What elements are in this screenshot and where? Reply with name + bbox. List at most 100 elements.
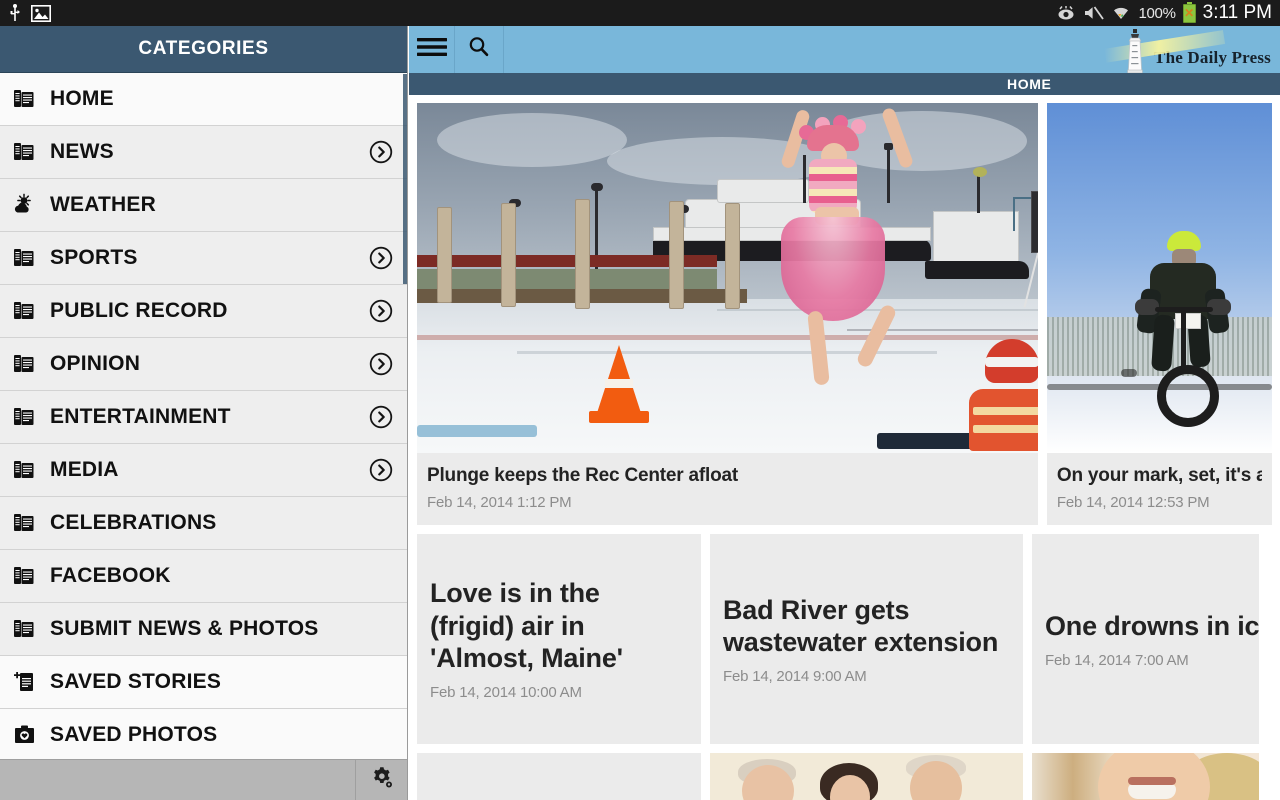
documents-icon <box>12 563 38 589</box>
weather-sun-cloud-icon <box>12 192 38 218</box>
sidebar-item-label: SAVED PHOTOS <box>50 723 218 746</box>
brand-name-label: The Daily Press <box>1154 48 1271 67</box>
article-hero-text: Plunge keeps the Rec Center afloat Feb 1… <box>417 453 1038 525</box>
search-icon <box>467 35 491 64</box>
brand-logo[interactable]: The Daily Press <box>1104 26 1271 73</box>
wifi-icon <box>1111 5 1131 21</box>
article-card-hero[interactable]: Plunge keeps the Rec Center afloat Feb 1… <box>417 103 1038 526</box>
sidebar-item-celebrations[interactable]: CELEBRATIONS <box>0 497 407 550</box>
article-date: Feb 14, 2014 12:53 PM <box>1056 494 1210 512</box>
article-hero-image <box>417 103 1038 453</box>
article-side-text: On your mark, set, it's a Feb 14, 2014 1… <box>1047 453 1272 525</box>
hamburger-menu-icon <box>416 36 447 63</box>
sidebar-item-saved-stories[interactable]: SAVED STORIES <box>0 656 407 709</box>
chevron-right-icon[interactable] <box>369 299 393 323</box>
sidebar-item-label: FACEBOOK <box>50 564 171 587</box>
sidebar-header: CATEGORIES <box>0 26 407 73</box>
sidebar-item-label: MEDIA <box>50 458 119 481</box>
sidebar-item-label: WEATHER <box>50 193 157 216</box>
article-card-bottom-2[interactable] <box>710 753 1023 800</box>
chevron-right-icon[interactable] <box>369 458 393 482</box>
lighthouse-icon <box>1122 29 1148 73</box>
chevron-right-icon[interactable] <box>369 352 393 376</box>
documents-icon <box>12 404 38 430</box>
article-card-hero-side[interactable]: On your mark, set, it's a Feb 14, 2014 1… <box>1046 103 1272 526</box>
sidebar-item-label: PUBLIC RECORD <box>50 299 228 322</box>
article-title: Bad River gets wastewater extension <box>723 594 999 657</box>
sidebar-item-label: SPORTS <box>50 246 138 269</box>
sidebar-item-label: NEWS <box>50 140 114 163</box>
sidebar-item-label: HOME <box>50 87 114 110</box>
sidebar-item-facebook[interactable]: FACEBOOK <box>0 550 407 603</box>
sidebar-item-home[interactable]: HOME <box>0 73 407 126</box>
menu-button[interactable] <box>409 26 455 73</box>
article-group-photo <box>710 753 1023 800</box>
categories-sidebar: CATEGORIES HOME NEWS WEATHER SPORTS PUBL… <box>0 26 408 800</box>
chevron-right-icon[interactable] <box>369 140 393 164</box>
status-bar: 100% ✕ 3:11 PM <box>0 0 1280 26</box>
sidebar-scrollbar[interactable] <box>403 74 407 284</box>
mute-icon <box>1083 5 1105 21</box>
article-row-2: Love is in the (frigid) air in 'Almost, … <box>417 534 1272 745</box>
sidebar-item-saved-photos[interactable]: SAVED PHOTOS <box>0 709 407 762</box>
sidebar-footer <box>0 759 407 800</box>
sidebar-item-weather[interactable]: WEATHER <box>0 179 407 232</box>
documents-icon <box>12 86 38 112</box>
save-document-icon <box>12 669 38 695</box>
sidebar-item-sports[interactable]: SPORTS <box>0 232 407 285</box>
article-date: Feb 14, 2014 9:00 AM <box>723 668 867 686</box>
battery-percent-label: 100% <box>1138 4 1176 22</box>
documents-icon <box>12 616 38 642</box>
article-date: Feb 14, 2014 7:00 AM <box>1045 652 1189 670</box>
article-portrait-photo <box>1032 753 1259 800</box>
sidebar-header-title: CATEGORIES <box>138 38 269 59</box>
sidebar-item-label: ENTERTAINMENT <box>50 405 231 428</box>
sidebar-item-submit-news-photos[interactable]: SUBMIT NEWS & PHOTOS <box>0 603 407 656</box>
sidebar-item-label: SUBMIT NEWS & PHOTOS <box>50 617 319 640</box>
usb-icon <box>8 4 22 22</box>
sidebar-item-news[interactable]: NEWS <box>0 126 407 179</box>
main-content-panel: The Daily Press HOME Plunge keeps the Re… <box>409 26 1280 800</box>
article-card-text-1[interactable]: Love is in the (frigid) air in 'Almost, … <box>417 534 701 745</box>
article-side-image <box>1046 103 1272 453</box>
battery-charging-icon: ✕ <box>1182 1 1196 23</box>
article-title: Plunge keeps the Rec Center afloat <box>427 465 739 486</box>
documents-icon <box>12 245 38 271</box>
article-card-bottom-3[interactable] <box>1032 753 1259 800</box>
settings-button[interactable] <box>355 759 407 800</box>
sidebar-item-entertainment[interactable]: ENTERTAINMENT <box>0 391 407 444</box>
chevron-right-icon[interactable] <box>369 405 393 429</box>
settings-gear-icon <box>369 765 395 796</box>
article-date: Feb 14, 2014 1:12 PM <box>427 494 572 512</box>
screenshot-image-icon <box>31 4 51 22</box>
sidebar-nav-list: HOME NEWS WEATHER SPORTS PUBLIC RECORD O… <box>0 73 407 788</box>
sidebar-item-media[interactable]: MEDIA <box>0 444 407 497</box>
search-button[interactable] <box>455 26 504 73</box>
article-image-placeholder <box>417 753 701 800</box>
documents-icon <box>12 298 38 324</box>
eye-off-icon <box>1056 5 1076 21</box>
article-card-text-2[interactable]: Bad River gets wastewater extension Feb … <box>710 534 1023 745</box>
sidebar-item-label: CELEBRATIONS <box>50 511 217 534</box>
article-card-text-3[interactable]: One drowns in ice fishing accident Feb 1… <box>1032 534 1259 745</box>
article-card-bottom-1[interactable] <box>417 753 701 800</box>
documents-icon <box>12 139 38 165</box>
documents-icon <box>12 457 38 483</box>
save-photo-icon <box>12 722 38 748</box>
documents-icon <box>12 351 38 377</box>
status-bar-left-icons <box>0 4 51 22</box>
article-title: On your mark, set, it's a <box>1056 465 1262 486</box>
article-grid: Plunge keeps the Rec Center afloat Feb 1… <box>409 95 1280 800</box>
chevron-right-icon[interactable] <box>369 246 393 270</box>
article-title: One drowns in ice fishing accident <box>1045 610 1259 641</box>
tab-home[interactable]: HOME <box>1007 76 1051 92</box>
sidebar-item-label: OPINION <box>50 352 141 375</box>
sidebar-item-label: SAVED STORIES <box>50 670 222 693</box>
sidebar-item-public-record[interactable]: PUBLIC RECORD <box>0 285 407 338</box>
status-bar-right-icons: 100% ✕ 3:11 PM <box>1056 1 1280 24</box>
sidebar-item-opinion[interactable]: OPINION <box>0 338 407 391</box>
article-date: Feb 14, 2014 10:00 AM <box>430 684 582 702</box>
article-row-3 <box>417 753 1272 800</box>
app-bar: The Daily Press <box>409 26 1280 73</box>
clock-label: 3:11 PM <box>1202 2 1272 23</box>
